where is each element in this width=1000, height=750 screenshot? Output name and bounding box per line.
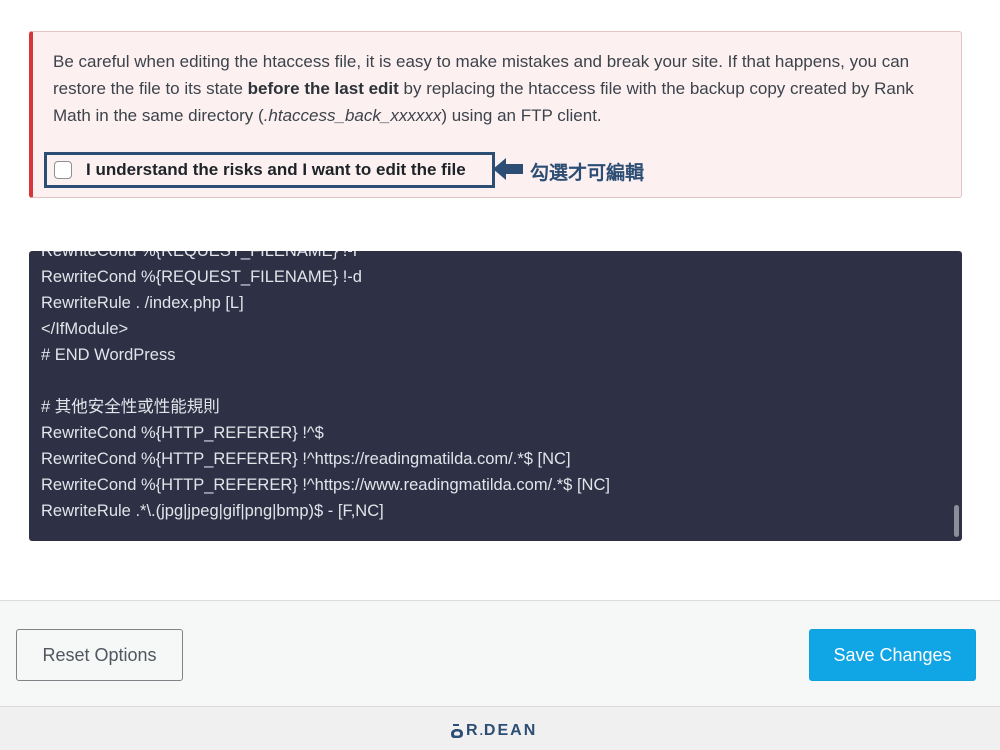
dr-dean-logo-icon [451, 724, 463, 738]
backup-filename: .htaccess_back_xxxxxx [263, 106, 442, 125]
consent-checkbox-row[interactable]: I understand the risks and I want to edi… [44, 152, 495, 188]
warning-text-part3: ) using an FTP client. [441, 106, 602, 125]
code-line: # 其他安全性或性能規則 [41, 398, 220, 416]
arrow-left-icon [493, 158, 523, 180]
reset-options-button[interactable]: Reset Options [16, 629, 183, 681]
brand-bar: R . DEAN [0, 706, 1000, 750]
brand-name: DEAN [483, 722, 538, 739]
code-line: RewriteRule . /index.php [L] [41, 294, 244, 312]
code-line: RewriteCond %{REQUEST_FILENAME} !-d [41, 268, 362, 286]
warning-text: Be careful when editing the htaccess fil… [53, 48, 953, 129]
code-line: # END WordPress [41, 346, 176, 364]
code-line: RewriteCond %{HTTP_REFERER} !^https://re… [41, 450, 571, 468]
code-line: </IfModule> [41, 320, 129, 338]
code-line: RewriteRule .*\.(jpg|jpeg|gif|png|bmp)$ … [41, 502, 384, 520]
editor-scrollbar[interactable] [954, 505, 959, 537]
brand-logo: R . DEAN [450, 722, 537, 740]
code-line: RewriteCond %{HTTP_REFERER} !^$ [41, 424, 324, 442]
code-line: RewriteCond %{REQUEST_FILENAME} !-f [41, 251, 358, 260]
code-lines: RewriteCond %{REQUEST_FILENAME} !-f Rewri… [41, 251, 941, 524]
settings-footer: Reset Options Save Changes [0, 600, 1000, 706]
htaccess-code-editor[interactable]: RewriteCond %{REQUEST_FILENAME} !-f Rewri… [29, 251, 962, 541]
warning-text-bold: before the last edit [247, 79, 399, 98]
annotation-text: 勾選才可編輯 [530, 163, 645, 184]
save-changes-button[interactable]: Save Changes [809, 629, 976, 681]
consent-checkbox[interactable] [54, 161, 72, 179]
htaccess-warning-notice: Be careful when editing the htaccess fil… [29, 31, 962, 198]
brand-dot: . [479, 724, 483, 738]
brand-letter: R [466, 722, 480, 739]
consent-checkbox-label[interactable]: I understand the risks and I want to edi… [86, 160, 466, 180]
code-line: RewriteCond %{HTTP_REFERER} !^https://ww… [41, 476, 610, 494]
